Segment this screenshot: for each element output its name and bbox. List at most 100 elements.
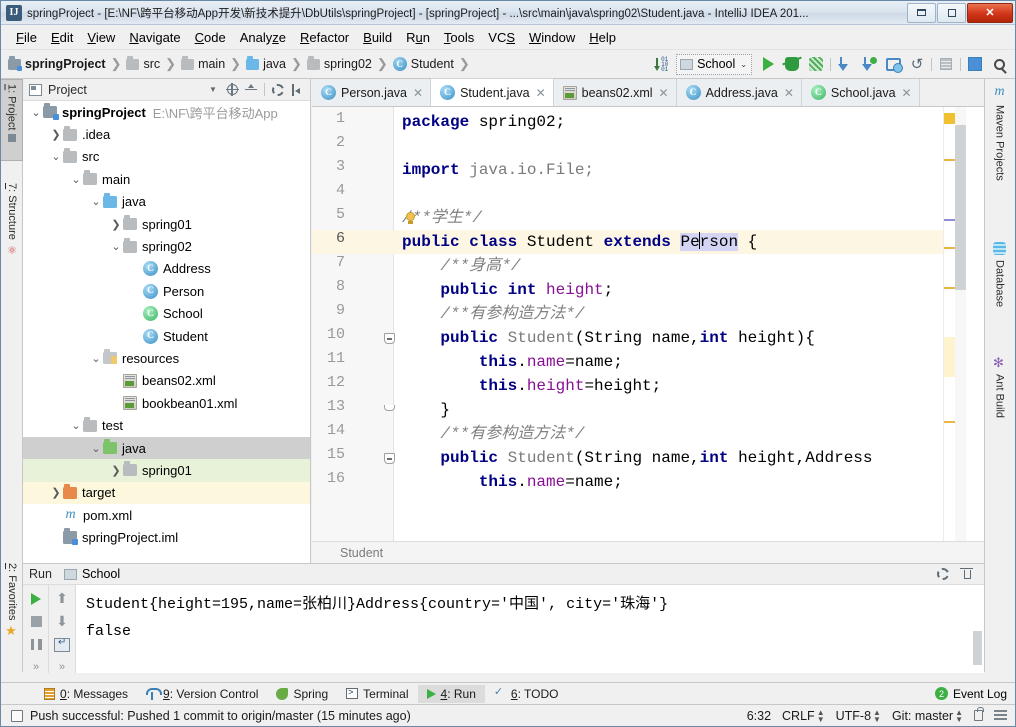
sidebar-item-favorites[interactable]: 2: Favorites ★ [1,559,23,669]
tree-item-beans02-xml[interactable]: beans02.xml [23,370,310,392]
menu-code[interactable]: Code [188,28,233,47]
scroll-to-source-icon[interactable] [224,82,240,98]
breadcrumb-student[interactable]: C Student [392,57,455,71]
editor-tab-person-java[interactable]: C Person.java ✕ [312,79,432,106]
editor-breadcrumb[interactable]: Student [312,541,984,563]
tree-item-bookbean01-xml[interactable]: bookbean01.xml [23,392,310,414]
event-log-area[interactable]: 2 Event Log [934,687,1015,701]
close-icon[interactable]: ✕ [784,86,794,100]
sidebar-item-database[interactable]: Database [984,237,1015,347]
tree-item-target[interactable]: ❯ target [23,481,310,505]
export-icon[interactable] [958,566,974,582]
chevron-icon[interactable]: ⌄ [69,419,83,432]
project-tree[interactable]: ⌄ springProject E:\NF\跨平台移动App ❯ .idea ⌄ src ⌄ m… [23,101,310,563]
menu-view[interactable]: View [80,28,122,47]
debug-icon[interactable] [781,53,803,75]
menu-tools[interactable]: Tools [437,28,481,47]
editor-tab-address-java[interactable]: C Address.java ✕ [676,79,802,106]
history-icon[interactable] [882,53,904,75]
branch-indicator[interactable]: Git: master ▲ ▼ [892,708,963,723]
tree-item-java[interactable]: ⌄ java [23,191,310,213]
editor-scrollbar-thumb[interactable] [955,125,966,290]
expand-more-icon[interactable]: » [23,655,49,678]
search-everywhere-icon[interactable] [988,53,1010,75]
caret-position[interactable]: 6:32 [747,709,771,723]
tree-item-spring01[interactable]: ❯ spring01 [23,213,310,235]
tool-window-spring[interactable]: Spring [267,685,337,703]
tree-item-test[interactable]: ⌄ test [23,414,310,436]
chevron-icon[interactable]: ❯ [109,464,123,477]
editor-tab-school-java[interactable]: C School.java ✕ [801,79,920,106]
tree-item-pom-xml[interactable]: m pom.xml [23,504,310,526]
tree-item-student[interactable]: C Student [23,325,310,347]
sidebar-item-structure[interactable]: 7: Structure ⚛ [1,179,23,279]
view-options-caret-icon[interactable]: ▼ [205,82,221,98]
update-project-icon[interactable] [834,53,856,75]
tool-window-terminal[interactable]: Terminal [337,685,417,703]
commit-icon[interactable] [858,53,880,75]
tool-window-todo[interactable]: 6: TODO [485,685,568,703]
close-icon[interactable]: ✕ [413,86,423,100]
gear-icon[interactable] [270,82,286,98]
console-scrollbar-thumb[interactable] [973,631,982,665]
close-icon[interactable]: ✕ [536,86,546,100]
chevron-icon[interactable]: ❯ [109,218,123,231]
run-coverage-icon[interactable] [805,53,827,75]
close-icon[interactable]: ✕ [902,86,912,100]
chevron-icon[interactable]: ❯ [49,486,63,499]
menu-navigate[interactable]: Navigate [122,28,187,47]
menu-window[interactable]: Window [522,28,582,47]
menu-edit[interactable]: Edit [44,28,80,47]
menu-file[interactable]: File [9,28,44,47]
tree-item-src[interactable]: ⌄ src [23,146,310,168]
tool-window-version-control[interactable]: 9: Version Control [137,685,267,703]
lock-icon[interactable] [974,707,984,721]
tool-window-run[interactable]: 4: Run [417,684,485,703]
breadcrumb-main[interactable]: main [180,56,226,71]
chevron-icon[interactable]: ⌄ [109,240,123,253]
intention-bulb-icon[interactable] [406,212,417,224]
rerun-icon[interactable] [23,587,49,610]
menu-vcs[interactable]: VCS [481,28,522,47]
collapse-all-icon[interactable] [243,82,259,98]
minimize-button[interactable] [907,2,936,23]
tree-item-spring02[interactable]: ⌄ spring02 [23,235,310,257]
tree-item-resources[interactable]: ⌄ resources [23,347,310,369]
chevron-icon[interactable]: ⌄ [69,173,83,186]
error-stripe-gutter[interactable] [943,107,956,563]
menu-help[interactable]: Help [582,28,623,47]
maximize-button[interactable] [937,2,966,23]
encoding-indicator[interactable]: UTF-8 ▲ ▼ [836,708,881,723]
breadcrumb-spring02[interactable]: spring02 [306,56,373,71]
line-separator[interactable]: CRLF ▲ ▼ [782,708,825,723]
hide-panel-icon[interactable] [289,82,305,98]
chevron-icon[interactable]: ⌄ [89,442,103,455]
console-output[interactable]: Student{height=195,name=张柏川}Address{coun… [76,585,984,673]
breadcrumb-src[interactable]: src [125,56,161,71]
chevron-icon[interactable]: ⌄ [49,150,63,163]
editor-tab-student-java[interactable]: C Student.java ✕ [431,78,554,106]
chevron-icon[interactable]: ⌄ [89,195,103,208]
chevron-icon[interactable]: ❯ [49,128,63,141]
structure-icon[interactable] [964,53,986,75]
chevron-icon[interactable]: ⌄ [29,106,43,119]
menu-refactor[interactable]: Refactor [293,28,356,47]
tree-item-springproject-iml[interactable]: springProject.iml [23,526,310,548]
sort-by-order-icon[interactable]: 01 10 01 [653,53,675,75]
breadcrumb-java[interactable]: java [245,56,287,71]
stop-icon[interactable] [23,610,49,633]
tree-item-java[interactable]: ⌄ java [23,436,310,460]
down-arrow-icon[interactable]: ⬇ [49,610,75,633]
tree-item-springproject[interactable]: ⌄ springProject E:\NF\跨平台移动App [23,101,310,123]
run-configuration-selector[interactable]: School ⌄ [676,53,752,75]
gear-icon[interactable] [935,566,951,582]
expand-more-icon[interactable]: » [49,655,75,678]
tree-item--idea[interactable]: ❯ .idea [23,123,310,145]
code-text[interactable]: package spring02; import java.io.File; /**… [394,107,954,563]
code-area[interactable]: 1 2 3 4 5 6 7 8 9 10 11 12 13 14 15 16 package spring02… [312,107,984,563]
sidebar-item-ant-build[interactable]: Ant Build [984,351,1015,451]
settings-stripe-icon[interactable] [935,53,957,75]
tree-item-spring01[interactable]: ❯ spring01 [23,459,310,482]
close-button[interactable]: ✕ [967,2,1013,23]
run-config-tab[interactable]: School [63,567,120,581]
